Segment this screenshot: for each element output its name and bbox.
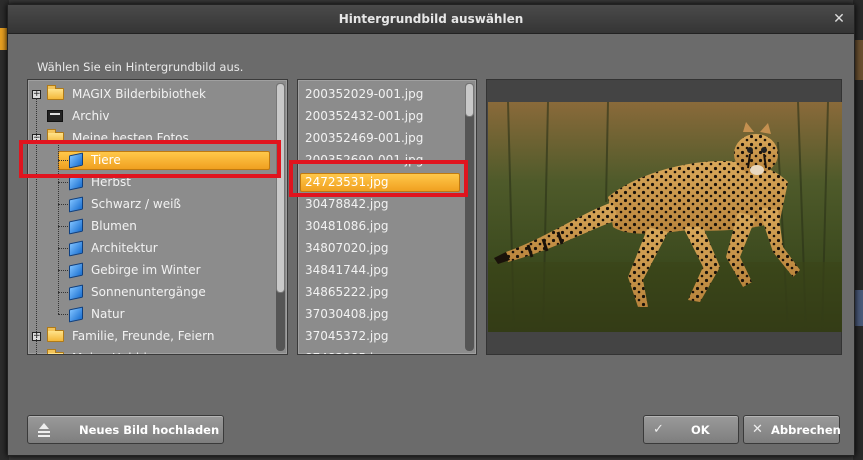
file-item-label: 37045372.jpg <box>305 329 389 343</box>
file-scrollbar[interactable] <box>465 83 474 351</box>
tree-connector <box>58 204 68 205</box>
tree-item-label: Blumen <box>91 219 137 233</box>
tree-item[interactable]: Blumen <box>28 215 278 237</box>
tree-item[interactable]: + MAGIX Bilderbibiothek <box>28 83 278 105</box>
tree-connector <box>58 314 68 315</box>
dialog-title: Hintergrundbild auswählen <box>338 12 524 26</box>
folder-icon <box>47 349 64 354</box>
tree-item[interactable]: + Meine Hobbies <box>28 347 278 355</box>
tree-item[interactable]: Sonnenuntergänge <box>28 281 278 303</box>
tree-connector <box>58 292 68 293</box>
tree-item-label: Gebirge im Winter <box>91 263 201 277</box>
file-item[interactable]: 30481086.jpg <box>298 215 463 237</box>
file-item-label: 200352469-001.jpg <box>305 131 424 145</box>
file-scrollbar-thumb[interactable] <box>465 83 474 117</box>
tree-item-label: Schwarz / weiß <box>91 197 181 211</box>
album-icon <box>69 262 83 279</box>
upload-button-label: Neues Bild hochladen <box>79 423 220 437</box>
tree-item-label: Familie, Freunde, Feiern <box>72 329 215 343</box>
album-icon <box>69 306 83 323</box>
file-item[interactable]: 37045372.jpg <box>298 325 463 347</box>
upload-image-button[interactable]: Neues Bild hochladen <box>27 415 224 444</box>
album-icon <box>69 196 83 213</box>
file-item-label: 34841744.jpg <box>305 263 389 277</box>
tree-item[interactable]: Architektur <box>28 237 278 259</box>
tree-item-label: Meine Hobbies <box>72 347 160 354</box>
upload-icon <box>37 422 51 442</box>
file-item[interactable]: 200352432-001.jpg <box>298 105 463 127</box>
file-item-label: 37030408.jpg <box>305 307 389 321</box>
tree-item[interactable]: Gebirge im Winter <box>28 259 278 281</box>
album-icon <box>69 284 83 301</box>
file-item-label: 34865222.jpg <box>305 285 389 299</box>
background-picker-dialog: Hintergrundbild auswählen ✕ Wählen Sie e… <box>7 4 855 456</box>
tree-item-label: Sonnenuntergänge <box>91 285 206 299</box>
image-preview <box>486 79 842 355</box>
album-icon <box>69 218 83 235</box>
file-item[interactable]: 34807020.jpg <box>298 237 463 259</box>
tree-connector <box>36 98 37 354</box>
file-item-label: 200352029-001.jpg <box>305 87 424 101</box>
checkmark-icon: ✓ <box>653 422 664 437</box>
folder-icon <box>47 85 64 100</box>
tree-connector <box>58 226 68 227</box>
file-item-label: 34807020.jpg <box>305 241 389 255</box>
dialog-titlebar: Hintergrundbild auswählen ✕ <box>8 5 854 34</box>
cheetah-preview-image <box>488 102 842 332</box>
file-item[interactable]: 37030408.jpg <box>298 303 463 325</box>
folder-tree[interactable]: + MAGIX Bilderbibiothek Archiv − Meine beste… <box>27 79 288 355</box>
ok-button[interactable]: ✓ OK <box>643 415 739 444</box>
file-item[interactable]: 34865222.jpg <box>298 281 463 303</box>
tree-item-label: Architektur <box>91 241 158 255</box>
file-item[interactable]: 34841744.jpg <box>298 259 463 281</box>
tree-item[interactable]: + Familie, Freunde, Feiern <box>28 325 278 347</box>
folder-icon <box>47 327 64 342</box>
file-item[interactable]: 87482285.jpg <box>298 347 463 354</box>
tree-item-label: Archiv <box>72 109 110 123</box>
file-item[interactable]: 200352469-001.jpg <box>298 127 463 149</box>
file-list[interactable]: 200352029-001.jpg 200352432-001.jpg 200352… <box>297 79 477 355</box>
album-icon <box>69 240 83 257</box>
highlight-box-file <box>289 160 468 197</box>
close-icon[interactable]: ✕ <box>830 10 848 28</box>
instruction-text: Wählen Sie ein Hintergrundbild aus. <box>37 60 244 74</box>
tree-item[interactable]: Archiv <box>28 105 278 127</box>
tree-item-label: MAGIX Bilderbibiothek <box>72 87 206 101</box>
tree-connector <box>58 248 68 249</box>
file-item-label: 87482285.jpg <box>305 347 388 354</box>
tree-item[interactable]: Natur <box>28 303 278 325</box>
tree-item-label: Natur <box>91 307 125 321</box>
file-item-label: 30481086.jpg <box>305 219 389 233</box>
cancel-button[interactable]: ✕ Abbrechen <box>743 415 841 444</box>
archive-icon <box>47 110 63 122</box>
file-item[interactable]: 200352029-001.jpg <box>298 83 463 105</box>
tree-connector <box>58 182 68 183</box>
highlight-box-tiere <box>19 140 281 178</box>
tree-item[interactable]: Schwarz / weiß <box>28 193 278 215</box>
expand-icon[interactable]: + <box>33 354 41 355</box>
cancel-x-icon: ✕ <box>752 422 763 437</box>
ok-button-label: OK <box>691 423 710 437</box>
cancel-button-label: Abbrechen <box>771 423 841 437</box>
tree-connector <box>58 270 68 271</box>
file-item-label: 200352432-001.jpg <box>305 109 424 123</box>
